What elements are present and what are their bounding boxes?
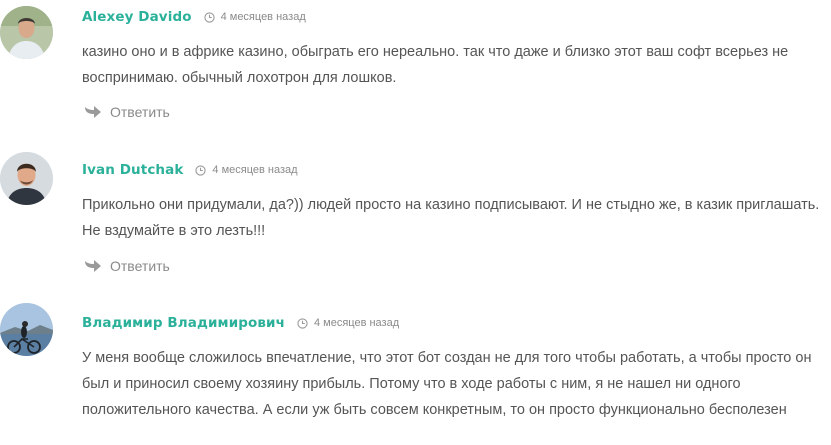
reply-label: Ответить: [110, 258, 170, 274]
author-name[interactable]: Ivan Dutchak: [82, 162, 183, 178]
comment-time: 4 месяцев назад: [313, 317, 400, 329]
comment-meta: Alexey Davido 4 месяцев назад: [82, 9, 306, 25]
comment-meta: Ivan Dutchak 4 месяцев назад: [82, 162, 298, 178]
avatar[interactable]: [0, 152, 53, 205]
reply-button[interactable]: Ответить: [84, 258, 170, 274]
reply-label: Ответить: [110, 104, 170, 120]
comment-text: У меня вообще сложилось впечатление, что…: [82, 350, 812, 418]
reply-arrow-icon: [84, 259, 102, 273]
comment-meta: Владимир Владимирович 4 месяцев назад: [82, 315, 399, 331]
comment-time: 4 месяцев назад: [220, 11, 306, 23]
author-name[interactable]: Владимир Владимирович: [82, 315, 285, 331]
clock-icon: [195, 164, 207, 176]
comment-text: казино оно и в африке казино, обыграть е…: [82, 44, 789, 86]
avatar[interactable]: [0, 303, 53, 356]
clock-icon: [203, 11, 215, 23]
reply-button[interactable]: Ответить: [84, 104, 170, 120]
comment-text: Прикольно они придумали, да?)) людей про…: [82, 197, 820, 239]
clock-icon: [297, 317, 308, 329]
avatar[interactable]: [0, 6, 53, 59]
comment-time: 4 месяцев назад: [212, 164, 298, 176]
author-name[interactable]: Alexey Davido: [82, 9, 192, 25]
reply-arrow-icon: [84, 105, 102, 119]
